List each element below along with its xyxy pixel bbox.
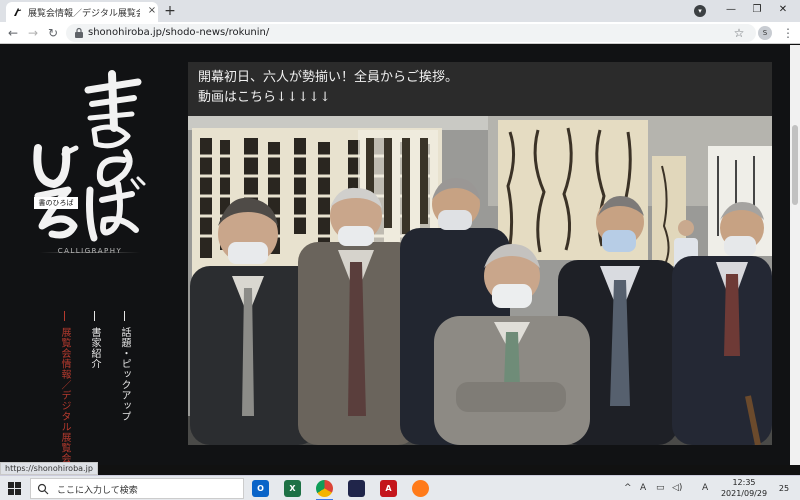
chrome-icon[interactable]	[316, 480, 333, 500]
site-favicon-icon	[14, 8, 22, 16]
sidebar: 書のひろば CALLIGRAPHY 話題・ピックアップ 書家紹介 展覧会情報／デ…	[0, 45, 178, 465]
firefox-icon[interactable]	[412, 480, 429, 497]
page-scrollbar[interactable]	[790, 45, 800, 465]
windows-taskbar: ここに入力して検索 O X A ^ A ▭ ◁) A 12:35 2021/09…	[0, 475, 800, 500]
nav-link-exhibitions[interactable]: 展覧会情報／デジタル展覧会	[58, 311, 70, 464]
volume-icon[interactable]: ◁)	[672, 482, 682, 494]
new-tab-button[interactable]: +	[162, 3, 178, 19]
logo-subtitle: 書のひろば	[34, 197, 78, 209]
headline-line-1: 開幕初日、六人が勢揃い！全員からご挨拶。	[198, 70, 459, 85]
browser-toolbar: ← → ↻ shonohiroba.jp/shodo-news/rokunin/…	[0, 22, 800, 44]
taskbar-search-box[interactable]: ここに入力して検索	[30, 478, 244, 499]
clock-time: 12:35	[732, 478, 756, 487]
tab-active[interactable]: 展覧会情報／デジタル展覧会-六人 ×	[6, 2, 158, 22]
site-logo[interactable]	[28, 70, 148, 245]
back-button[interactable]: ←	[6, 26, 20, 40]
close-window-button[interactable]: ✕	[772, 2, 794, 18]
excel-icon[interactable]: X	[284, 480, 301, 497]
tab-strip: 展覧会情報／デジタル展覧会-六人 × + ▾ — ❐ ✕	[0, 0, 800, 22]
bookmark-star-icon[interactable]: ☆	[732, 26, 746, 40]
lock-icon[interactable]	[74, 27, 84, 39]
web-page: 書のひろば CALLIGRAPHY 話題・ピックアップ 書家紹介 展覧会情報／デ…	[0, 45, 790, 465]
ime-icon[interactable]: A	[640, 482, 646, 494]
clock-date: 2021/09/29	[720, 489, 768, 498]
notification-center-icon[interactable]: 25	[774, 481, 794, 496]
clock[interactable]: 12:35 2021/09/29	[716, 477, 772, 499]
address-bar[interactable]: shonohiroba.jp/shodo-news/rokunin/	[66, 24, 756, 42]
search-icon	[37, 483, 49, 495]
browser-menu-icon[interactable]: ⋮	[782, 26, 794, 40]
article-headline: 開幕初日、六人が勢揃い！全員からご挨拶。 動画はこちら↓↓↓↓↓	[188, 62, 772, 116]
profile-avatar[interactable]: S	[758, 26, 772, 40]
logo-caption: CALLIGRAPHY	[57, 247, 123, 255]
forward-button[interactable]: →	[26, 26, 40, 40]
tray-chevron-icon[interactable]: ^	[624, 482, 632, 494]
exhibition-group-photo	[188, 116, 772, 445]
maximize-button[interactable]: ❐	[746, 2, 768, 18]
tab-search-icon[interactable]: ▾	[694, 5, 706, 17]
tab-close-icon[interactable]: ×	[146, 5, 158, 17]
acrobat-icon[interactable]: A	[380, 480, 397, 497]
url-text[interactable]: shonohiroba.jp/shodo-news/rokunin/	[88, 27, 269, 38]
outlook-icon[interactable]: O	[252, 480, 269, 497]
headline-line-2: 動画はこちら↓↓↓↓↓	[198, 90, 331, 105]
tab-title: 展覧会情報／デジタル展覧会-六人	[28, 9, 140, 19]
language-icon[interactable]: A	[702, 482, 708, 494]
windows-start-icon[interactable]	[8, 482, 21, 495]
network-icon[interactable]: ▭	[656, 482, 665, 494]
minimize-button[interactable]: —	[720, 2, 742, 18]
scrollbar-thumb[interactable]	[792, 125, 798, 205]
nav-link-topics[interactable]: 話題・ピックアップ	[118, 311, 130, 422]
nav-link-artists[interactable]: 書家紹介	[88, 311, 100, 369]
reload-button[interactable]: ↻	[46, 26, 60, 40]
taskbar-search-placeholder: ここに入力して検索	[57, 486, 138, 496]
calligraphy-app-icon[interactable]	[348, 480, 365, 497]
link-status-bar: https://shonohiroba.jp	[0, 462, 98, 475]
